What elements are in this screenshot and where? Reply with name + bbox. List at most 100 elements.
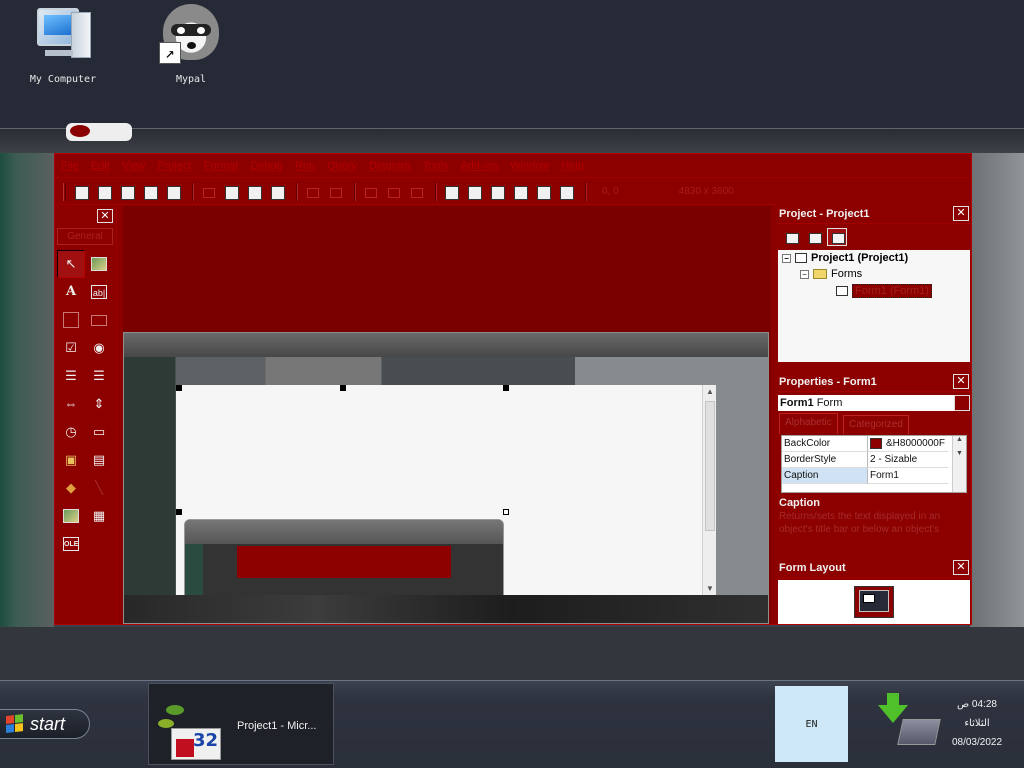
taskbar-button-vb6[interactable]: 32 Project1 - Micr... [148,683,334,765]
add-form-icon[interactable] [95,183,113,201]
tree-node-forms-folder[interactable]: − Forms [800,268,862,280]
property-value[interactable]: 2 - Sizable [868,452,948,468]
copy-icon[interactable] [222,183,240,201]
menu-editor-icon[interactable] [118,183,136,201]
scroll-down-icon[interactable]: ▼ [706,584,714,593]
close-icon[interactable]: ✕ [97,209,113,223]
toggle-folders-icon[interactable] [827,228,847,246]
menu-run[interactable]: Run [295,160,315,172]
tab-categorized[interactable]: Categorized [843,415,909,434]
vertical-scrollbar[interactable]: ▲ ▼ [702,385,716,595]
ole-tool[interactable]: OLE [57,530,85,558]
project-explorer-icon[interactable] [442,183,460,201]
optionbutton-tool[interactable]: ◉ [85,334,113,362]
property-row[interactable]: BorderStyle 2 - Sizable [782,452,948,468]
remote-window-titlebar[interactable] [0,123,1024,153]
timer-tool[interactable]: ◷ [57,418,85,446]
drivelistbox-tool[interactable]: ▭ [85,418,113,446]
close-icon[interactable]: ✕ [953,560,969,575]
break-icon[interactable] [384,183,402,201]
paste-icon[interactable] [245,183,263,201]
resize-handle[interactable] [503,509,509,515]
form-designer-titlebar[interactable] [124,333,768,357]
toolbar-separator [585,182,587,201]
start-icon[interactable] [361,183,379,201]
redo-icon[interactable] [326,183,344,201]
menu-edit[interactable]: Edit [91,160,110,172]
open-project-icon[interactable] [141,183,159,201]
collapse-icon[interactable]: − [800,269,809,279]
commandbutton-tool[interactable] [85,306,113,334]
find-icon[interactable] [268,183,286,201]
image-tool[interactable] [57,502,85,530]
menu-file[interactable]: File [61,160,79,172]
close-icon[interactable]: ✕ [953,374,969,389]
taskbar: start 32 Project1 - Micr... EN 04:28 ص ا… [0,680,1024,768]
filelistbox-tool[interactable]: ▤ [85,446,113,474]
menu-diagram[interactable]: Diagram [369,160,411,172]
tree-node-project[interactable]: − Project1 (Project1) [782,252,908,264]
shape-tool[interactable]: ◆ [57,474,85,502]
toolbox-general-tab[interactable]: General [57,228,113,245]
resize-handle[interactable] [503,385,509,391]
picturebox-tool[interactable] [85,250,113,278]
tree-node-form1[interactable]: Form1 (Form1) [836,284,932,298]
line-tool[interactable]: ╲ [85,474,113,502]
menu-window[interactable]: Window [510,160,549,172]
property-value[interactable]: Form1 [868,468,948,484]
resize-handle[interactable] [340,385,346,391]
tab-alphabetic[interactable]: Alphabetic [779,413,838,434]
save-project-icon[interactable] [164,183,182,201]
data-view-icon[interactable] [557,183,575,201]
properties-window-icon[interactable] [465,183,483,201]
language-indicator[interactable]: EN [775,686,848,762]
property-value[interactable]: &H8000000F [868,436,948,452]
property-scrollbar[interactable]: ▲ ▼ [952,436,966,492]
hscrollbar-tool[interactable]: ⇔ [57,390,85,418]
menu-help[interactable]: Help [561,160,584,172]
menu-tools[interactable]: Tools [423,160,449,172]
listbox-tool[interactable]: ☰ [85,362,113,390]
undo-icon[interactable] [303,183,321,201]
property-row[interactable]: BackColor &H8000000F [782,436,948,452]
form-position-marker[interactable] [863,594,875,603]
view-code-icon[interactable] [781,228,801,246]
object-browser-icon[interactable] [511,183,529,201]
object-selector[interactable]: Form1 Form [778,395,970,411]
dirlistbox-tool[interactable]: ▣ [57,446,85,474]
menu-add-ins[interactable]: Add-Ins [460,160,498,172]
menu-format[interactable]: Format [204,160,239,172]
view-object-icon[interactable] [804,228,824,246]
chevron-down-icon[interactable] [954,395,970,411]
cut-icon[interactable] [199,183,217,201]
scroll-up-icon[interactable]: ▲ [706,387,714,396]
menu-project[interactable]: Project [157,160,191,172]
vscrollbar-tool[interactable]: ⇕ [85,390,113,418]
end-icon[interactable] [407,183,425,201]
textbox-tool[interactable]: ab| [85,278,113,306]
menu-view[interactable]: View [122,160,146,172]
menu-query[interactable]: Query [327,160,357,172]
resize-handle[interactable] [176,385,182,391]
toolbox-icon[interactable] [534,183,552,201]
property-row[interactable]: Caption Form1 [782,468,948,484]
start-button[interactable]: start [0,709,90,739]
toolbar-grip[interactable] [63,182,66,201]
close-icon[interactable]: ✕ [953,206,969,221]
collapse-icon[interactable]: − [782,253,791,263]
checkbox-tool[interactable]: ☑ [57,334,85,362]
frame-tool[interactable] [57,306,85,334]
resize-handle[interactable] [176,509,182,515]
system-clock[interactable]: 04:28 ص الثلاثاء 08/03/2022 [942,695,1012,752]
pointer-tool[interactable]: ↖ [57,250,85,278]
label-tool[interactable]: A [57,278,85,306]
add-project-icon[interactable] [72,183,90,201]
scrollbar-thumb[interactable] [705,401,715,531]
desktop-icon-my-computer[interactable]: My Computer [8,4,118,85]
network-download-icon[interactable] [878,689,941,753]
desktop-icon-mypal[interactable]: ↗ Mypal [136,4,246,85]
combobox-tool[interactable]: ☰ [57,362,85,390]
data-tool[interactable]: ▦ [85,502,113,530]
form-layout-icon[interactable] [488,183,506,201]
menu-debug[interactable]: Debug [250,160,282,172]
